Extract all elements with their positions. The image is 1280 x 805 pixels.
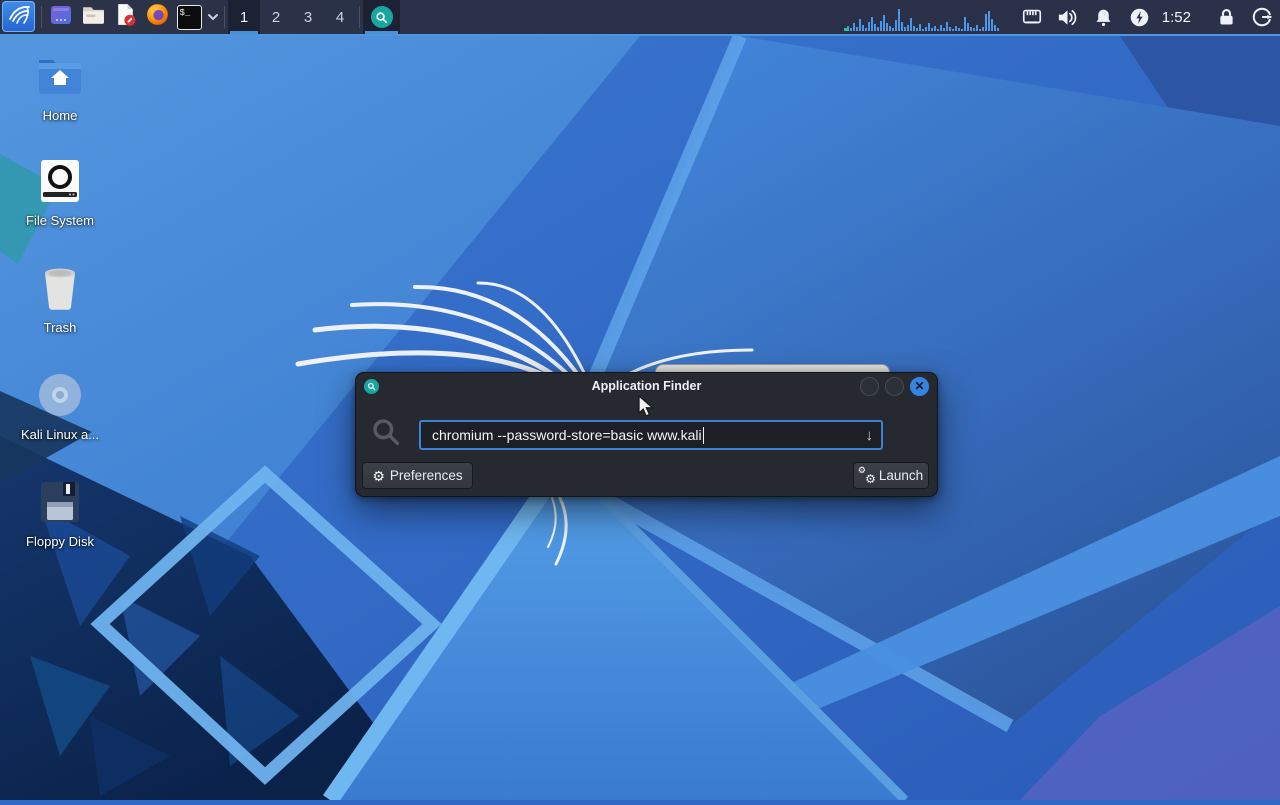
home-folder-icon (36, 52, 84, 100)
firefox-icon (145, 2, 170, 32)
application-finder-icon (364, 379, 379, 394)
application-finder-window: Application Finder ✕ chromium --password… (355, 372, 938, 497)
desktop-icon-floppy-disk[interactable]: Floppy Disk (8, 478, 112, 550)
launch-gears-icon: ⚙ ⚙ (859, 468, 874, 483)
desktop-icon-file-system[interactable]: File System (8, 157, 112, 229)
panel-spacer (400, 0, 844, 34)
application-finder-task-icon (371, 6, 393, 28)
volume-icon[interactable] (1050, 6, 1086, 29)
notifications-bell-icon[interactable] (1086, 7, 1122, 28)
workspace-3[interactable]: 3 (292, 0, 324, 34)
dropdown-arrow-icon[interactable]: ↓ (866, 427, 874, 444)
desktop-icon-trash[interactable]: Trash (8, 264, 112, 336)
optical-disc-icon (36, 371, 84, 419)
terminal-icon: $_ (177, 5, 202, 30)
kali-logo-icon (7, 2, 31, 31)
logout-icon[interactable] (1244, 6, 1280, 28)
net-graph-dash (844, 28, 849, 31)
cpu-graph[interactable] (844, 2, 1008, 34)
search-input[interactable]: chromium --password-store=basic www.kali… (419, 420, 883, 450)
power-manager-icon[interactable] (1122, 7, 1158, 28)
lock-screen-icon[interactable] (1208, 7, 1244, 28)
launcher-window-manager[interactable] (45, 0, 77, 34)
file-manager-icon (81, 2, 106, 32)
launcher-file-manager[interactable] (77, 0, 109, 34)
mouse-cursor (637, 395, 657, 424)
launch-button[interactable]: ⚙ ⚙ Launch (853, 462, 929, 489)
panel-separator (224, 6, 225, 28)
preferences-button[interactable]: ⚙ Preferences (362, 462, 473, 489)
floppy-disk-icon (36, 478, 84, 526)
panel-separator (41, 6, 42, 28)
network-icon[interactable] (1014, 6, 1050, 28)
launcher-text-editor[interactable] (109, 0, 141, 34)
search-input-value: chromium --password-store=basic www.kali (432, 427, 702, 443)
search-icon (370, 416, 402, 453)
desktop-icon-home[interactable]: Home (8, 52, 112, 124)
window-title: Application Finder (356, 379, 937, 393)
desktop-icon-kali-linux-cd[interactable]: Kali Linux a... (8, 371, 112, 443)
panel-separator (359, 6, 360, 28)
system-tray: 1:52 (1014, 0, 1280, 34)
text-caret (703, 427, 704, 444)
launcher-dropdown-chevron-icon[interactable] (205, 0, 221, 34)
applications-menu-button[interactable] (2, 1, 35, 32)
workspace-4[interactable]: 4 (324, 0, 356, 34)
window-manager-icon (49, 3, 73, 32)
workspace-1[interactable]: 1 (228, 0, 260, 34)
top-panel: $_ 1 2 3 4 (0, 0, 1280, 36)
launcher-terminal[interactable]: $_ (173, 0, 205, 34)
trash-can-icon (36, 264, 84, 312)
minimize-button[interactable] (860, 377, 879, 396)
launcher-firefox[interactable] (141, 0, 173, 34)
hard-drive-icon (36, 157, 84, 205)
maximize-button[interactable] (885, 377, 904, 396)
workspace-2[interactable]: 2 (260, 0, 292, 34)
close-button[interactable]: ✕ (910, 377, 929, 396)
clock[interactable]: 1:52 (1158, 9, 1199, 26)
taskbar-application-finder[interactable] (363, 0, 400, 34)
gear-icon: ⚙ (372, 469, 385, 483)
text-editor-icon (113, 2, 138, 32)
